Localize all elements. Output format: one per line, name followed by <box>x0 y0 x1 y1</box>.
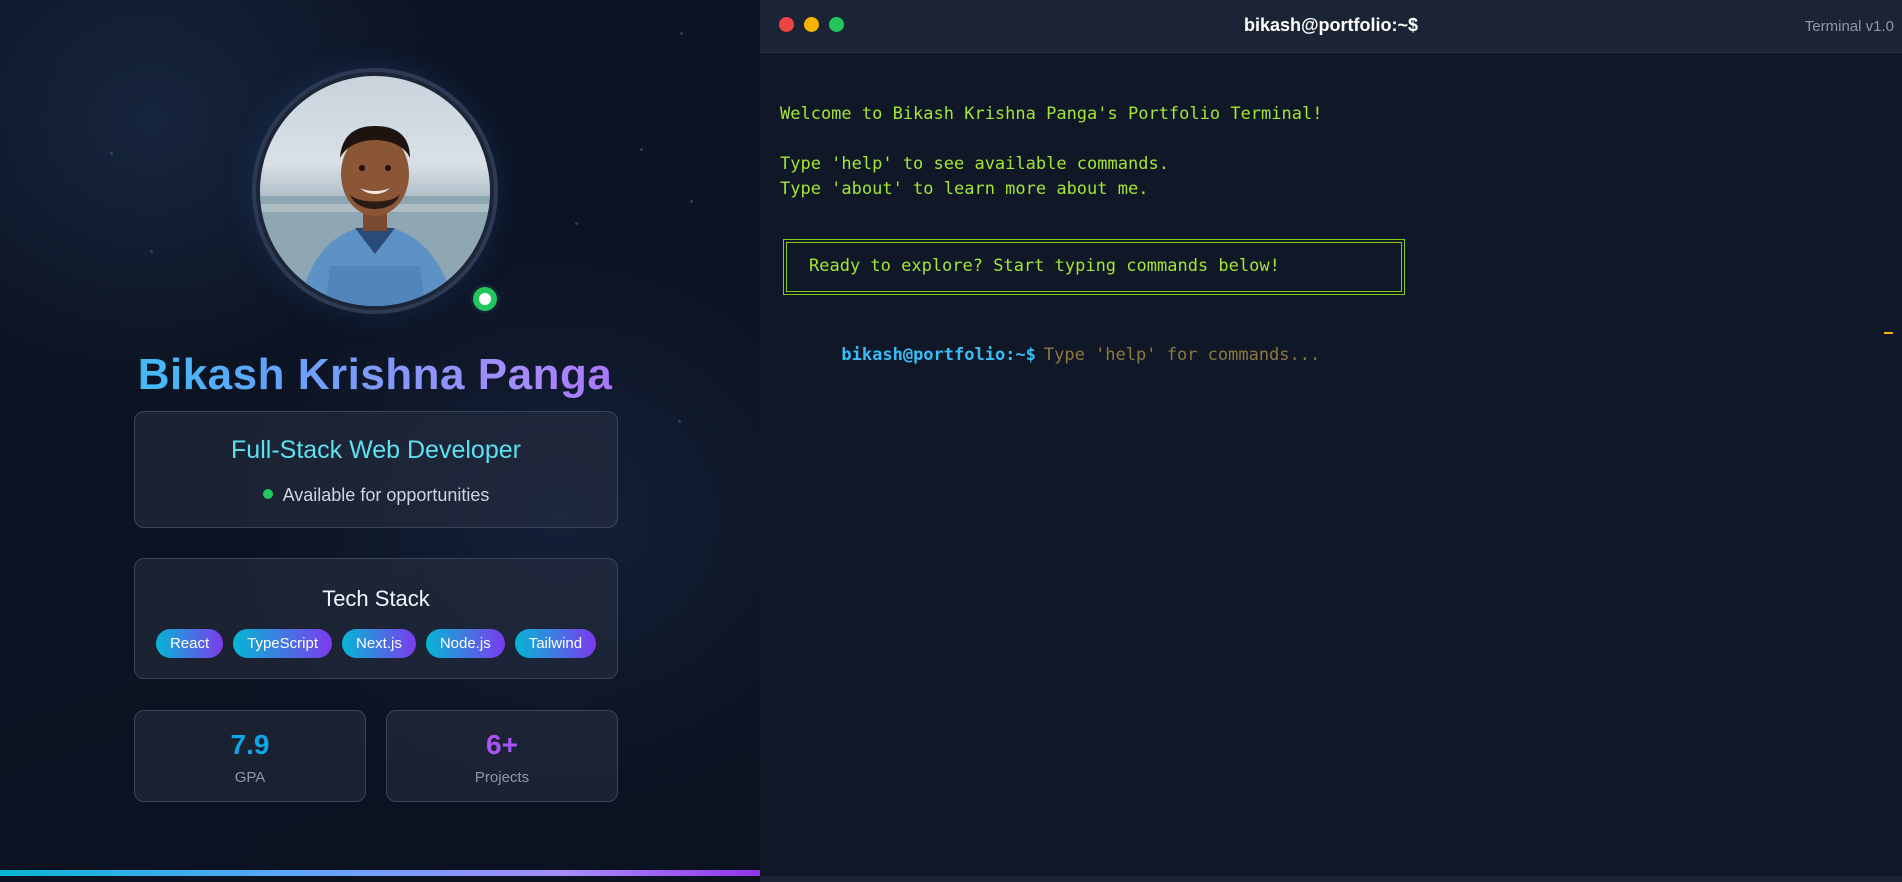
terminal-banner-box: Ready to explore? Start typing commands … <box>783 239 1405 295</box>
terminal-prompt-row[interactable]: bikash@portfolio:~$ Type 'help' for comma… <box>780 325 1320 385</box>
availability-text: Available for opportunities <box>282 485 490 505</box>
stat-card-gpa: 7.9 GPA <box>134 710 366 802</box>
stat-value-gpa: 7.9 <box>230 729 270 760</box>
stat-value-projects: 6+ <box>486 729 518 760</box>
gradient-accent-bar <box>0 870 760 876</box>
background-particle <box>678 420 681 423</box>
availability-dot-icon <box>262 489 273 499</box>
stat-card-projects: 6+ Projects <box>386 710 618 802</box>
terminal-window: bikash@portfolio:~$ Terminal v1.0 Welcom… <box>760 0 1902 882</box>
availability-status: Available for opportunities <box>135 485 617 506</box>
stat-label-gpa: GPA <box>234 769 266 786</box>
role-card: Full-Stack Web Developer Available for o… <box>134 411 618 528</box>
terminal-footer-strip <box>760 876 1902 882</box>
background-particle <box>640 148 643 151</box>
terminal-line-help-hint: Type 'help' to see available commands. <box>780 154 1169 174</box>
tech-chip-react: React <box>155 629 224 658</box>
tech-chip-nodejs: Node.js <box>425 629 505 658</box>
terminal-version: Terminal v1.0 <box>1804 18 1894 35</box>
tech-chip-tailwind: Tailwind <box>514 629 597 658</box>
tech-chip-typescript: TypeScript <box>233 629 332 658</box>
profile-photo-illustration <box>260 126 490 306</box>
stat-label-projects: Projects <box>474 769 530 786</box>
terminal-banner-text: Ready to explore? Start typing commands … <box>809 256 1280 276</box>
tech-stack-title: Tech Stack <box>322 586 430 611</box>
tech-chip-nextjs: Next.js <box>342 629 416 658</box>
background-particle <box>110 152 113 155</box>
background-particle <box>680 32 683 35</box>
background-particle <box>690 200 693 203</box>
background-particle <box>150 250 153 253</box>
terminal-title: bikash@portfolio:~$ <box>1243 15 1419 35</box>
tech-stack-card: Tech Stack React TypeScript Next.js Node… <box>134 558 618 679</box>
terminal-line-welcome: Welcome to Bikash Krishna Panga's Portfo… <box>780 104 1323 124</box>
tech-stack-list: React TypeScript Next.js Node.js Tailwin… <box>135 629 617 658</box>
avatar <box>252 68 500 314</box>
terminal-line-about-hint: Type 'about' to learn more about me. <box>780 179 1149 199</box>
terminal-cursor <box>1884 332 1893 334</box>
avatar-ring <box>252 68 498 314</box>
profile-name: Bikash Krishna Panga <box>0 350 750 400</box>
terminal-title-bar: bikash@portfolio:~$ Terminal v1.0 <box>760 0 1902 53</box>
profile-panel: Bikash Krishna Panga Full-Stack Web Deve… <box>0 0 760 882</box>
background-particle <box>575 222 578 225</box>
online-status-indicator <box>470 284 500 314</box>
terminal-command-input[interactable]: Type 'help' for commands... <box>1044 345 1320 365</box>
terminal-prompt: bikash@portfolio:~$ <box>841 345 1036 365</box>
role-title: Full-Stack Web Developer <box>231 436 521 464</box>
profile-photo <box>260 76 490 306</box>
